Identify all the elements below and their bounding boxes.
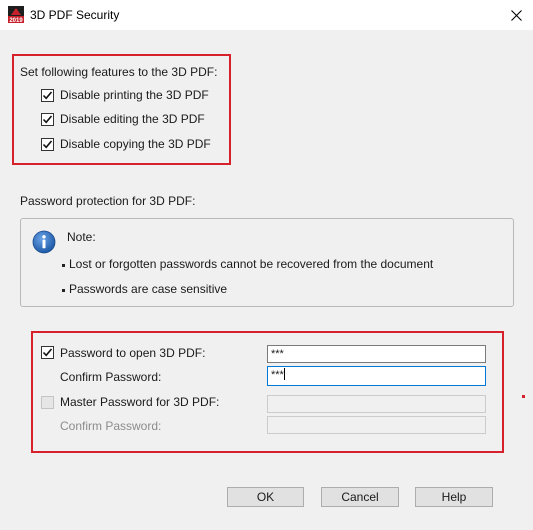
ok-button[interactable]: OK xyxy=(227,487,304,507)
help-button[interactable]: Help xyxy=(415,487,493,507)
password-protection-heading: Password protection for 3D PDF: xyxy=(20,194,196,208)
password-to-open-label[interactable]: Password to open 3D PDF: xyxy=(60,346,205,360)
checkmark-icon xyxy=(42,348,53,357)
disable-editing-checkbox[interactable] xyxy=(41,113,54,126)
confirm-open-password-field[interactable]: *** xyxy=(267,366,486,386)
close-icon xyxy=(510,9,522,21)
master-password-checkbox[interactable] xyxy=(41,396,54,409)
confirm-open-password-value: *** xyxy=(271,369,284,381)
password-to-open-checkbox[interactable] xyxy=(41,346,54,359)
title-bar: 2019 3D PDF Security xyxy=(0,0,533,30)
text-caret xyxy=(283,368,285,380)
disable-copying-label[interactable]: Disable copying the 3D PDF xyxy=(60,137,211,151)
open-password-value: *** xyxy=(271,348,284,360)
checkmark-icon xyxy=(42,115,53,124)
app-icon-year: 2019 xyxy=(9,18,23,23)
bullet-icon xyxy=(62,289,65,292)
note-bullet-1: Lost or forgotten passwords cannot be re… xyxy=(69,257,434,271)
autocad-2019-icon: 2019 xyxy=(8,6,24,24)
close-button[interactable] xyxy=(499,0,533,30)
disable-copying-checkbox[interactable] xyxy=(41,138,54,151)
checkmark-icon xyxy=(42,140,53,149)
master-password-label: Master Password for 3D PDF: xyxy=(60,395,220,409)
features-heading: Set following features to the 3D PDF: xyxy=(20,65,218,79)
note-box: Note: Lost or forgotten passwords cannot… xyxy=(20,218,514,307)
note-bullet-2: Passwords are case sensitive xyxy=(69,282,228,296)
bullet-icon xyxy=(62,264,65,267)
disable-printing-checkbox[interactable] xyxy=(41,89,54,102)
disable-editing-label[interactable]: Disable editing the 3D PDF xyxy=(60,112,205,126)
confirm-master-password-label: Confirm Password: xyxy=(60,419,162,433)
open-password-field[interactable]: *** xyxy=(267,345,486,363)
dialog-body: Set following features to the 3D PDF: Di… xyxy=(0,30,533,530)
window-title: 3D PDF Security xyxy=(30,8,120,22)
master-password-field[interactable] xyxy=(267,395,486,413)
info-icon xyxy=(32,230,56,254)
note-title: Note: xyxy=(67,230,96,244)
checkmark-icon xyxy=(42,91,53,100)
cancel-button[interactable]: Cancel xyxy=(321,487,399,507)
confirm-master-password-field[interactable] xyxy=(267,416,486,434)
annotation-dot xyxy=(522,395,525,398)
confirm-open-password-label: Confirm Password: xyxy=(60,370,162,384)
disable-printing-label[interactable]: Disable printing the 3D PDF xyxy=(60,88,209,102)
